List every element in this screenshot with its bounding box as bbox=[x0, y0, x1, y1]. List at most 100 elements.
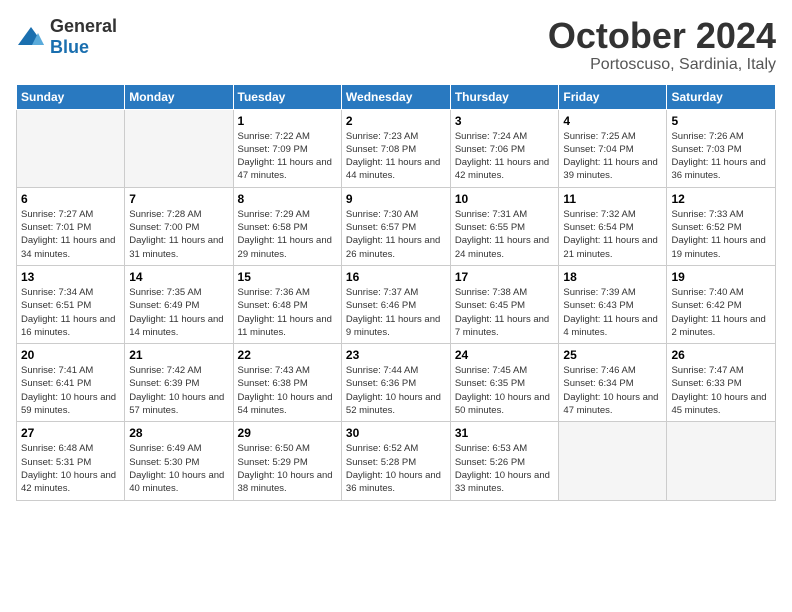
day-number: 15 bbox=[238, 270, 337, 284]
calendar-cell: 20 Sunrise: 7:41 AM Sunset: 6:41 PM Dayli… bbox=[17, 344, 125, 422]
day-info: Sunrise: 7:44 AM Sunset: 6:36 PM Dayligh… bbox=[346, 364, 446, 417]
day-number: 4 bbox=[563, 114, 662, 128]
calendar-week-5: 27 Sunrise: 6:48 AM Sunset: 5:31 PM Dayli… bbox=[17, 422, 776, 500]
calendar-cell: 14Sunrise: 7:35 AM Sunset: 6:49 PM Dayli… bbox=[125, 265, 233, 343]
month-title: October 2024 bbox=[548, 16, 776, 56]
day-number: 3 bbox=[455, 114, 555, 128]
day-info: Sunrise: 7:38 AM Sunset: 6:45 PM Dayligh… bbox=[455, 286, 555, 339]
day-number: 31 bbox=[455, 426, 555, 440]
day-info: Sunrise: 7:27 AM Sunset: 7:01 PM Dayligh… bbox=[21, 208, 120, 261]
calendar-cell: 5 Sunrise: 7:26 AM Sunset: 7:03 PM Daylig… bbox=[667, 109, 776, 187]
day-number: 10 bbox=[455, 192, 555, 206]
day-info: Sunrise: 7:42 AM Sunset: 6:39 PM Dayligh… bbox=[129, 364, 228, 417]
page-header: General Blue October 2024 Portoscuso, Sa… bbox=[16, 16, 776, 74]
day-info: Sunrise: 7:40 AM Sunset: 6:42 PM Dayligh… bbox=[671, 286, 771, 339]
header-day-sunday: Sunday bbox=[17, 84, 125, 109]
calendar-cell bbox=[667, 422, 776, 500]
day-info: Sunrise: 7:37 AM Sunset: 6:46 PM Dayligh… bbox=[346, 286, 446, 339]
day-info: Sunrise: 7:36 AM Sunset: 6:48 PM Dayligh… bbox=[238, 286, 337, 339]
logo: General Blue bbox=[16, 16, 117, 58]
calendar-cell: 24Sunrise: 7:45 AM Sunset: 6:35 PM Dayli… bbox=[450, 344, 559, 422]
day-info: Sunrise: 6:50 AM Sunset: 5:29 PM Dayligh… bbox=[238, 442, 337, 495]
calendar-table: SundayMondayTuesdayWednesdayThursdayFrid… bbox=[16, 84, 776, 501]
day-number: 25 bbox=[563, 348, 662, 362]
calendar-cell bbox=[559, 422, 667, 500]
calendar-cell: 19 Sunrise: 7:40 AM Sunset: 6:42 PM Dayli… bbox=[667, 265, 776, 343]
day-info: Sunrise: 7:39 AM Sunset: 6:43 PM Dayligh… bbox=[563, 286, 662, 339]
day-info: Sunrise: 7:29 AM Sunset: 6:58 PM Dayligh… bbox=[238, 208, 337, 261]
day-number: 28 bbox=[129, 426, 228, 440]
calendar-cell: 15 Sunrise: 7:36 AM Sunset: 6:48 PM Dayli… bbox=[233, 265, 341, 343]
logo-text-blue: Blue bbox=[50, 37, 89, 57]
calendar-cell: 29 Sunrise: 6:50 AM Sunset: 5:29 PM Dayli… bbox=[233, 422, 341, 500]
calendar-cell: 6Sunrise: 7:27 AM Sunset: 7:01 PM Daylig… bbox=[17, 187, 125, 265]
calendar-cell: 16 Sunrise: 7:37 AM Sunset: 6:46 PM Dayli… bbox=[341, 265, 450, 343]
logo-text-general: General bbox=[50, 16, 117, 36]
calendar-header-row: SundayMondayTuesdayWednesdayThursdayFrid… bbox=[17, 84, 776, 109]
header-day-thursday: Thursday bbox=[450, 84, 559, 109]
calendar-cell: 22Sunrise: 7:43 AM Sunset: 6:38 PM Dayli… bbox=[233, 344, 341, 422]
day-number: 14 bbox=[129, 270, 228, 284]
day-info: Sunrise: 7:22 AM Sunset: 7:09 PM Dayligh… bbox=[238, 130, 337, 183]
day-number: 16 bbox=[346, 270, 446, 284]
day-number: 2 bbox=[346, 114, 446, 128]
calendar-cell: 1Sunrise: 7:22 AM Sunset: 7:09 PM Daylig… bbox=[233, 109, 341, 187]
day-info: Sunrise: 7:26 AM Sunset: 7:03 PM Dayligh… bbox=[671, 130, 771, 183]
calendar-cell: 17 Sunrise: 7:38 AM Sunset: 6:45 PM Dayli… bbox=[450, 265, 559, 343]
header-day-tuesday: Tuesday bbox=[233, 84, 341, 109]
calendar-cell: 7Sunrise: 7:28 AM Sunset: 7:00 PM Daylig… bbox=[125, 187, 233, 265]
calendar-cell: 12 Sunrise: 7:33 AM Sunset: 6:52 PM Dayli… bbox=[667, 187, 776, 265]
day-info: Sunrise: 6:48 AM Sunset: 5:31 PM Dayligh… bbox=[21, 442, 120, 495]
day-number: 29 bbox=[238, 426, 337, 440]
day-info: Sunrise: 7:34 AM Sunset: 6:51 PM Dayligh… bbox=[21, 286, 120, 339]
calendar-cell bbox=[125, 109, 233, 187]
header-day-wednesday: Wednesday bbox=[341, 84, 450, 109]
day-number: 17 bbox=[455, 270, 555, 284]
calendar-week-1: 1Sunrise: 7:22 AM Sunset: 7:09 PM Daylig… bbox=[17, 109, 776, 187]
day-info: Sunrise: 7:46 AM Sunset: 6:34 PM Dayligh… bbox=[563, 364, 662, 417]
day-info: Sunrise: 7:24 AM Sunset: 7:06 PM Dayligh… bbox=[455, 130, 555, 183]
calendar-body: 1Sunrise: 7:22 AM Sunset: 7:09 PM Daylig… bbox=[17, 109, 776, 500]
day-number: 27 bbox=[21, 426, 120, 440]
day-info: Sunrise: 6:49 AM Sunset: 5:30 PM Dayligh… bbox=[129, 442, 228, 495]
day-info: Sunrise: 7:41 AM Sunset: 6:41 PM Dayligh… bbox=[21, 364, 120, 417]
calendar-cell: 2 Sunrise: 7:23 AM Sunset: 7:08 PM Daylig… bbox=[341, 109, 450, 187]
day-info: Sunrise: 7:23 AM Sunset: 7:08 PM Dayligh… bbox=[346, 130, 446, 183]
day-number: 30 bbox=[346, 426, 446, 440]
day-number: 8 bbox=[238, 192, 337, 206]
day-number: 11 bbox=[563, 192, 662, 206]
calendar-cell: 27 Sunrise: 6:48 AM Sunset: 5:31 PM Dayli… bbox=[17, 422, 125, 500]
day-number: 20 bbox=[21, 348, 120, 362]
day-number: 26 bbox=[671, 348, 771, 362]
day-number: 5 bbox=[671, 114, 771, 128]
day-info: Sunrise: 7:45 AM Sunset: 6:35 PM Dayligh… bbox=[455, 364, 555, 417]
day-number: 19 bbox=[671, 270, 771, 284]
calendar-cell: 23 Sunrise: 7:44 AM Sunset: 6:36 PM Dayli… bbox=[341, 344, 450, 422]
calendar-cell: 11Sunrise: 7:32 AM Sunset: 6:54 PM Dayli… bbox=[559, 187, 667, 265]
calendar-cell: 8 Sunrise: 7:29 AM Sunset: 6:58 PM Daylig… bbox=[233, 187, 341, 265]
day-number: 12 bbox=[671, 192, 771, 206]
header-day-saturday: Saturday bbox=[667, 84, 776, 109]
day-info: Sunrise: 7:25 AM Sunset: 7:04 PM Dayligh… bbox=[563, 130, 662, 183]
day-info: Sunrise: 7:33 AM Sunset: 6:52 PM Dayligh… bbox=[671, 208, 771, 261]
calendar-cell: 10 Sunrise: 7:31 AM Sunset: 6:55 PM Dayli… bbox=[450, 187, 559, 265]
day-number: 18 bbox=[563, 270, 662, 284]
day-number: 21 bbox=[129, 348, 228, 362]
day-info: Sunrise: 6:53 AM Sunset: 5:26 PM Dayligh… bbox=[455, 442, 555, 495]
day-info: Sunrise: 7:28 AM Sunset: 7:00 PM Dayligh… bbox=[129, 208, 228, 261]
calendar-cell: 13Sunrise: 7:34 AM Sunset: 6:51 PM Dayli… bbox=[17, 265, 125, 343]
calendar-cell: 9Sunrise: 7:30 AM Sunset: 6:57 PM Daylig… bbox=[341, 187, 450, 265]
calendar-week-4: 20 Sunrise: 7:41 AM Sunset: 6:41 PM Dayli… bbox=[17, 344, 776, 422]
calendar-cell: 28 Sunrise: 6:49 AM Sunset: 5:30 PM Dayli… bbox=[125, 422, 233, 500]
calendar-cell: 4 Sunrise: 7:25 AM Sunset: 7:04 PM Daylig… bbox=[559, 109, 667, 187]
calendar-cell: 18 Sunrise: 7:39 AM Sunset: 6:43 PM Dayli… bbox=[559, 265, 667, 343]
header-day-monday: Monday bbox=[125, 84, 233, 109]
calendar-cell: 3 Sunrise: 7:24 AM Sunset: 7:06 PM Daylig… bbox=[450, 109, 559, 187]
day-info: Sunrise: 7:31 AM Sunset: 6:55 PM Dayligh… bbox=[455, 208, 555, 261]
day-number: 23 bbox=[346, 348, 446, 362]
calendar-cell: 25 Sunrise: 7:46 AM Sunset: 6:34 PM Dayli… bbox=[559, 344, 667, 422]
calendar-cell bbox=[17, 109, 125, 187]
day-info: Sunrise: 7:30 AM Sunset: 6:57 PM Dayligh… bbox=[346, 208, 446, 261]
calendar-cell: 26Sunrise: 7:47 AM Sunset: 6:33 PM Dayli… bbox=[667, 344, 776, 422]
day-number: 22 bbox=[238, 348, 337, 362]
